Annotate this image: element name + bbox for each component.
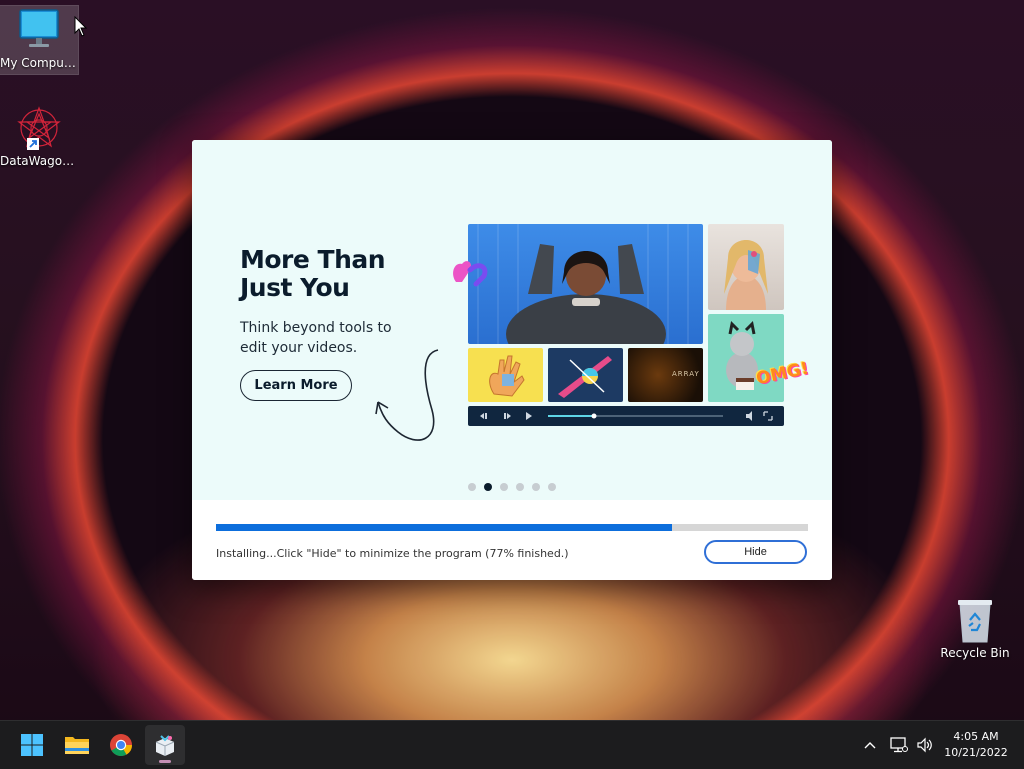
carousel-dots <box>468 483 556 491</box>
desktop-icon-label: DataWagon... <box>0 154 78 168</box>
carousel-dot[interactable] <box>532 483 540 491</box>
headline-line-1: More Than <box>240 245 386 274</box>
main-photo-tile <box>468 224 703 344</box>
desktop-icon-my-computer[interactable]: My Computer <box>0 5 79 75</box>
taskbar-installer-app[interactable] <box>145 725 185 765</box>
speaker-icon <box>917 737 932 753</box>
carousel-dot[interactable] <box>548 483 556 491</box>
learn-more-button[interactable]: Learn More <box>240 370 352 401</box>
hand-thumbnail-tile <box>468 348 543 402</box>
show-hidden-icons-button[interactable] <box>858 729 882 761</box>
active-app-indicator <box>159 760 171 763</box>
clock-time: 4:05 AM <box>953 730 999 743</box>
mouse-cursor-icon <box>74 16 88 37</box>
install-progress-fill <box>216 524 672 531</box>
installer-window: More Than Just You Think beyond tools to… <box>192 140 832 580</box>
install-progress-bar <box>216 524 808 531</box>
chevron-up-icon <box>864 742 876 749</box>
carousel-dot[interactable] <box>516 483 524 491</box>
volume-button[interactable] <box>912 729 938 761</box>
array-label: ARRAY <box>672 370 700 378</box>
taskbar-file-explorer[interactable] <box>57 725 97 765</box>
file-explorer-icon <box>65 737 89 754</box>
desktop-icon-label: My Computer <box>0 56 78 70</box>
monitor-icon <box>15 6 63 54</box>
network-icon <box>890 737 908 753</box>
promo-banner: More Than Just You Think beyond tools to… <box>192 140 832 500</box>
desktop-icon-datawagon[interactable]: DataWagon... <box>0 104 78 168</box>
array-thumbnail-tile: ARRAY <box>628 348 703 402</box>
installer-app-icon <box>155 735 175 756</box>
datawagon-icon <box>15 104 63 152</box>
video-editor-collage: OMG! ARRAY <box>453 224 811 428</box>
windows-start-icon <box>21 734 43 756</box>
network-button[interactable] <box>886 729 912 761</box>
recycle-bin-icon <box>951 596 999 644</box>
system-tray <box>858 721 938 769</box>
install-status-text: Installing...Click "Hide" to minimize th… <box>216 547 569 560</box>
squiggle-arrow-icon <box>375 349 439 441</box>
clock-date: 10/21/2022 <box>944 746 1008 759</box>
cat-photo-tile <box>708 314 784 402</box>
face-paint-photo-tile <box>708 224 784 310</box>
install-progress-area: Installing...Click "Hide" to minimize th… <box>192 500 832 580</box>
boat-thumbnail-tile <box>548 348 623 402</box>
carousel-dot[interactable] <box>500 483 508 491</box>
start-button[interactable] <box>12 725 52 765</box>
chrome-icon <box>110 734 132 756</box>
taskbar-chrome[interactable] <box>101 725 141 765</box>
carousel-dot[interactable] <box>484 483 492 491</box>
promo-headline: More Than Just You <box>240 245 386 302</box>
taskbar-clock[interactable]: 4:05 AM 10/21/2022 <box>936 729 1016 761</box>
hide-button[interactable]: Hide <box>704 540 807 564</box>
headline-line-2: Just You <box>240 273 350 302</box>
desktop-icon-label: Recycle Bin <box>940 646 1010 660</box>
carousel-dot[interactable] <box>468 483 476 491</box>
player-control-bar <box>468 406 784 426</box>
taskbar: 4:05 AM 10/21/2022 <box>0 720 1024 769</box>
desktop-icon-recycle-bin[interactable]: Recycle Bin <box>936 596 1014 660</box>
heart-hands-sticker-icon <box>453 261 488 287</box>
